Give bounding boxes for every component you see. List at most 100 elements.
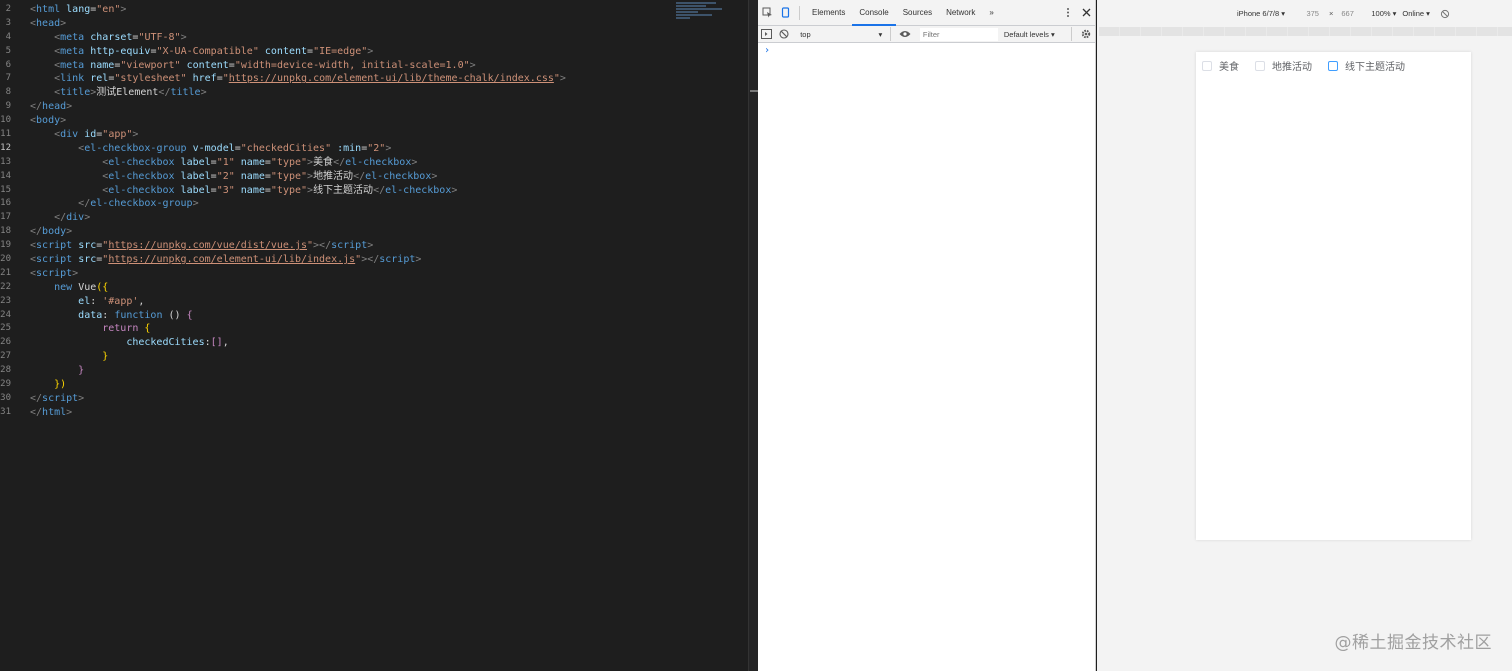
- line-number: 28: [0, 365, 11, 376]
- more-tabs-button[interactable]: »: [982, 0, 1000, 26]
- code-line[interactable]: 30 </script>: [0, 392, 758, 406]
- device-width-input[interactable]: 375: [1291, 9, 1319, 18]
- code-text: }): [54, 379, 67, 391]
- code-line[interactable]: 23 el: '#app',: [0, 295, 758, 309]
- code-line[interactable]: 26 checkedCities:[],: [0, 336, 758, 350]
- code-line[interactable]: 31 </html>: [0, 406, 758, 420]
- checkbox-offline-theme-event[interactable]: 线下主题活动: [1328, 58, 1405, 73]
- console-filter-input[interactable]: [919, 27, 998, 41]
- code-line[interactable]: 12 <el-checkbox-group v-model="checkedCi…: [0, 142, 758, 156]
- clear-console-icon[interactable]: [776, 25, 794, 43]
- checkbox-food[interactable]: 美食: [1202, 58, 1239, 73]
- line-number: 22: [0, 281, 11, 292]
- checkbox-ground-promotion[interactable]: 地推活动: [1255, 58, 1312, 73]
- sidebar-toggle-icon[interactable]: [758, 25, 776, 43]
- code-line[interactable]: 22 new Vue({: [0, 281, 758, 295]
- code-editor[interactable]: 2 <html lang="en"> 3 <head> 4 <meta charset=…: [0, 0, 758, 671]
- code-line[interactable]: 17 </div>: [0, 211, 758, 225]
- code-text: data: function () {: [78, 309, 193, 321]
- tab-console[interactable]: Console: [852, 0, 896, 26]
- line-number: 7: [5, 73, 11, 84]
- code-text: <head>: [30, 17, 67, 29]
- code-line[interactable]: 21 <script>: [0, 267, 758, 281]
- code-line[interactable]: 3 <head>: [0, 17, 758, 31]
- zoom-select[interactable]: 100% ▾: [1371, 9, 1396, 18]
- code-line[interactable]: 24 data: function () {: [0, 309, 758, 323]
- device-select[interactable]: iPhone 6/7/8 ▾: [1237, 9, 1285, 18]
- code-line[interactable]: 13 <el-checkbox label="1" name="type">美食…: [0, 156, 758, 170]
- checkbox-group: 美食 地推活动 线下主题活动: [1196, 52, 1471, 73]
- line-number: 23: [0, 295, 11, 306]
- code-line[interactable]: 16 </el-checkbox-group>: [0, 197, 758, 211]
- code-text: <div id="app">: [54, 129, 139, 141]
- inspect-icon[interactable]: [758, 4, 776, 22]
- code-text: <script src="https://unpkg.com/vue/dist/…: [30, 240, 374, 252]
- checkbox-box[interactable]: [1328, 60, 1338, 71]
- code-text: checkedCities:[],: [126, 337, 229, 349]
- checkbox-box[interactable]: [1255, 60, 1265, 71]
- code-line[interactable]: 20 <script src="https://unpkg.com/element…: [0, 253, 758, 267]
- editor-scrollbar[interactable]: [748, 0, 758, 671]
- close-icon[interactable]: [1077, 4, 1095, 22]
- code-line[interactable]: 27 }: [0, 350, 758, 364]
- kebab-menu-icon[interactable]: [1059, 4, 1077, 22]
- tab-sources[interactable]: Sources: [896, 0, 939, 26]
- code-line[interactable]: 15 <el-checkbox label="3" name="type">线下…: [0, 184, 758, 198]
- console-prompt[interactable]: ›: [758, 43, 1095, 56]
- live-expression-icon[interactable]: [896, 25, 914, 43]
- watermark: @稀土掘金技术社区: [1334, 633, 1492, 653]
- checkbox-label: 美食: [1219, 62, 1239, 73]
- checkbox-label: 地推活动: [1272, 62, 1312, 73]
- device-toolbar-icon[interactable]: [776, 4, 794, 22]
- context-selector[interactable]: top ▾: [797, 28, 885, 41]
- code-line[interactable]: 19 <script src="https://unpkg.com/vue/dis…: [0, 239, 758, 253]
- code-text: <title>测试Element</title>: [54, 87, 207, 99]
- code-line[interactable]: 10 <body>: [0, 114, 758, 128]
- code-text: <meta charset="UTF-8">: [54, 31, 187, 43]
- device-height-input[interactable]: 667: [1341, 9, 1371, 18]
- context-value: top: [800, 29, 811, 39]
- code-line[interactable]: 29 }): [0, 378, 758, 392]
- gear-icon[interactable]: [1077, 25, 1095, 43]
- emulated-viewport[interactable]: 美食 地推活动 线下主题活动: [1196, 52, 1471, 540]
- code-line[interactable]: 14 <el-checkbox label="2" name="type">地推…: [0, 170, 758, 184]
- tab-elements[interactable]: Elements: [805, 0, 852, 26]
- line-number: 19: [0, 240, 11, 251]
- devtools-panel: Elements Console Sources Network » top ▾…: [758, 0, 1096, 671]
- code-line[interactable]: 8 <title>测试Element</title>: [0, 86, 758, 100]
- line-number: 20: [0, 254, 11, 265]
- code-text: <el-checkbox label="2" name="type">地推活动<…: [102, 170, 438, 182]
- code-line[interactable]: 25 return {: [0, 322, 758, 336]
- code-line[interactable]: 28 }: [0, 364, 758, 378]
- code-line[interactable]: 7 <link rel="stylesheet" href="https://u…: [0, 72, 758, 86]
- code-text: new Vue({: [54, 281, 109, 293]
- minimap[interactable]: [676, 2, 728, 30]
- code-text: <el-checkbox label="3" name="type">线下主题活…: [102, 184, 458, 196]
- code-lines[interactable]: 2 <html lang="en"> 3 <head> 4 <meta charset=…: [0, 3, 758, 420]
- rotate-icon[interactable]: [1436, 5, 1454, 23]
- line-number: 14: [0, 170, 11, 181]
- network-throttle-select[interactable]: Online ▾: [1402, 9, 1430, 18]
- line-number: 6: [5, 59, 11, 70]
- code-line[interactable]: 9 </head>: [0, 100, 758, 114]
- scrollbar-marker: [750, 90, 758, 92]
- code-line[interactable]: 2 <html lang="en">: [0, 3, 758, 17]
- code-line[interactable]: 6 <meta name="viewport" content="width=d…: [0, 59, 758, 73]
- device-emulation-pane: iPhone 6/7/8 ▾ 375 × 667 100% ▾ Online ▾…: [1097, 0, 1512, 671]
- checkbox-box[interactable]: [1202, 60, 1212, 71]
- code-line[interactable]: 4 <meta charset="UTF-8">: [0, 31, 758, 45]
- code-line[interactable]: 18 </body>: [0, 225, 758, 239]
- log-levels-dropdown[interactable]: Default levels ▾: [1004, 30, 1067, 39]
- console-toolbar: top ▾ Default levels ▾: [758, 26, 1095, 43]
- line-number: 15: [0, 184, 11, 195]
- line-number: 24: [0, 309, 11, 320]
- code-line[interactable]: 5 <meta http-equiv="X-UA-Compatible" con…: [0, 45, 758, 59]
- line-number: 11: [0, 129, 11, 140]
- tab-network[interactable]: Network: [939, 0, 982, 26]
- line-number: 5: [5, 45, 11, 56]
- code-line[interactable]: 11 <div id="app">: [0, 128, 758, 142]
- code-text: <el-checkbox-group v-model="checkedCitie…: [78, 142, 392, 154]
- device-ruler: [1099, 27, 1512, 36]
- code-text: </html>: [30, 406, 73, 418]
- line-number: 2: [5, 4, 11, 14]
